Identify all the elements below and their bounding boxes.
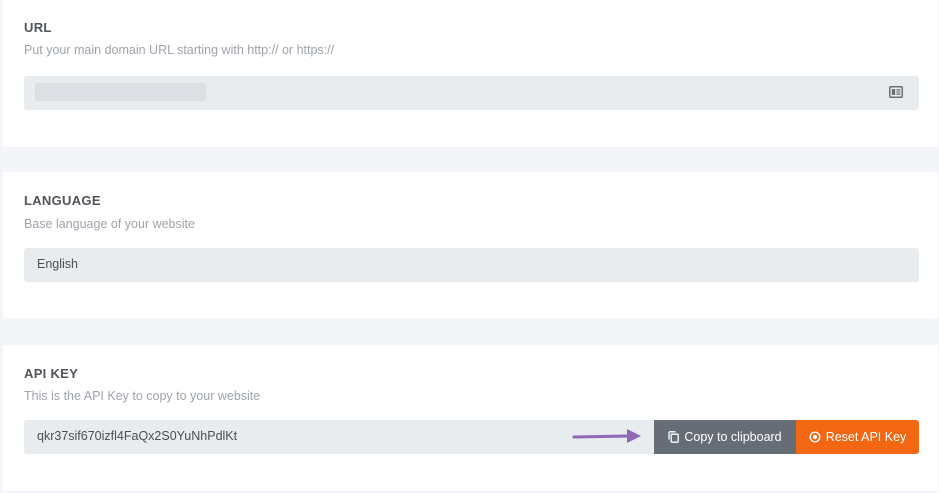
language-description: Base language of your website xyxy=(24,217,195,231)
api-key-card: API KEY This is the API Key to copy to y… xyxy=(3,345,938,491)
api-key-input[interactable]: qkr37sif670izfl4FaQx2S0YuNhPdlKt xyxy=(24,420,654,454)
language-select[interactable]: English xyxy=(24,248,919,282)
url-description: Put your main domain URL starting with h… xyxy=(24,43,335,57)
pointer-arrow-icon xyxy=(572,429,641,443)
api-key-title: API KEY xyxy=(24,366,79,381)
language-card: LANGUAGE Base language of your website E… xyxy=(3,172,938,318)
redacted-url-value xyxy=(35,83,206,101)
copy-button-label: Copy to clipboard xyxy=(684,430,782,444)
reset-icon xyxy=(809,431,821,443)
language-title: LANGUAGE xyxy=(24,193,101,208)
api-key-description: This is the API Key to copy to your webs… xyxy=(24,389,261,403)
url-title: URL xyxy=(24,20,52,35)
reset-button-label: Reset API Key xyxy=(825,430,907,444)
url-card: URL Put your main domain URL starting wi… xyxy=(3,0,938,147)
url-input[interactable] xyxy=(24,76,919,110)
language-value: English xyxy=(37,257,78,271)
id-card-icon[interactable] xyxy=(889,86,903,98)
copy-to-clipboard-button[interactable]: Copy to clipboard xyxy=(654,420,796,454)
reset-api-key-button[interactable]: Reset API Key xyxy=(796,420,919,454)
copy-icon xyxy=(668,431,680,443)
api-key-value: qkr37sif670izfl4FaQx2S0YuNhPdlKt xyxy=(37,429,238,443)
